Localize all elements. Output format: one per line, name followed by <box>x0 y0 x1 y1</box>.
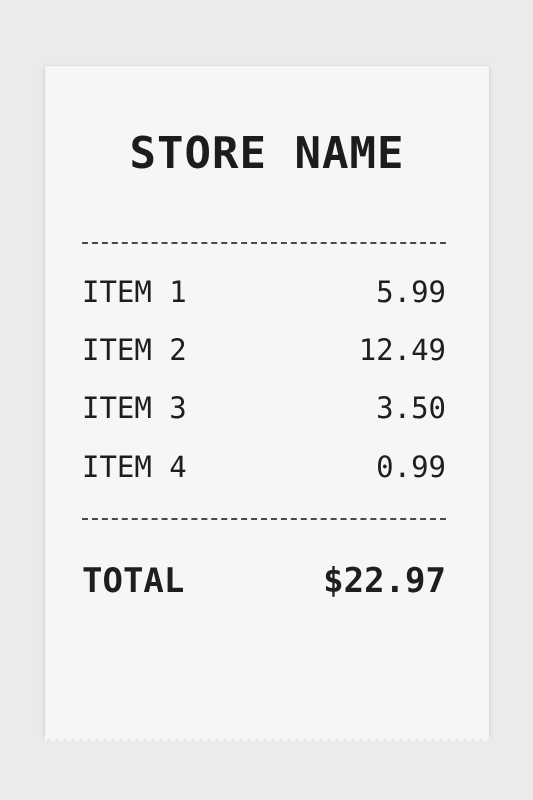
total-amount: $22.97 <box>323 561 446 601</box>
line-item: ITEM 2 12.49 <box>82 336 446 365</box>
item-label: ITEM 2 <box>82 333 187 367</box>
item-price: 5.99 <box>376 275 446 309</box>
line-item: ITEM 3 3.50 <box>82 394 446 423</box>
item-label: ITEM 3 <box>82 391 187 425</box>
line-item: ITEM 1 5.99 <box>82 278 446 307</box>
line-item: ITEM 4 0.99 <box>82 453 446 482</box>
receipt: STORE NAME ITEM 1 5.99 ITEM 2 12.49 ITEM… <box>45 66 489 742</box>
bottom-divider <box>82 518 446 520</box>
item-price: 3.50 <box>376 391 446 425</box>
item-price: 0.99 <box>376 450 446 484</box>
item-label: ITEM 4 <box>82 450 187 484</box>
item-label: ITEM 1 <box>82 275 187 309</box>
serrated-edge <box>45 735 489 742</box>
total-row: TOTAL $22.97 <box>82 564 446 598</box>
store-name: STORE NAME <box>129 128 405 179</box>
total-label: TOTAL <box>82 561 185 601</box>
item-price: 12.49 <box>358 333 446 367</box>
top-divider <box>82 242 446 244</box>
